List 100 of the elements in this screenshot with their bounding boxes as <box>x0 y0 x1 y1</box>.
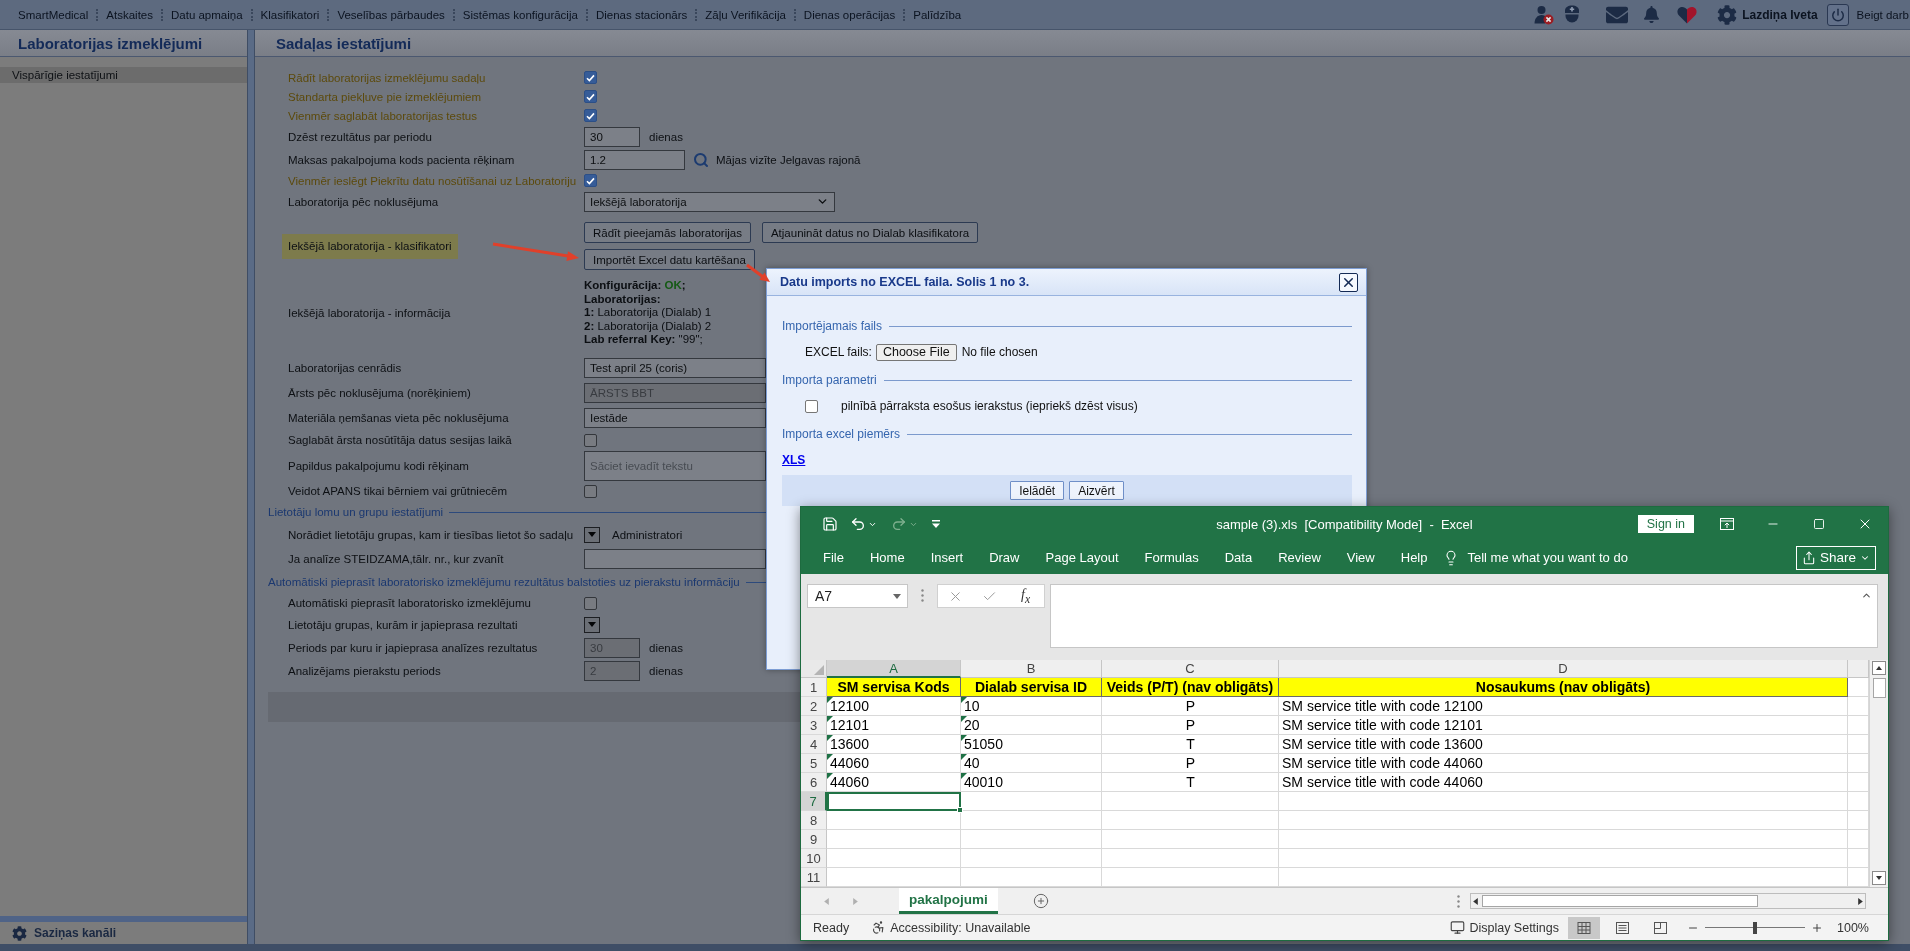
column-header[interactable]: A <box>827 660 961 678</box>
action-button[interactable]: Rādīt pieejamās laboratorijas <box>584 222 751 243</box>
column-header[interactable]: D <box>1279 660 1848 678</box>
user-remove-icon[interactable] <box>1534 4 1555 25</box>
scrollbar-thumb[interactable] <box>1482 895 1758 907</box>
scroll-right-icon[interactable] <box>1857 897 1864 905</box>
ribbon-tab[interactable]: Help <box>1387 541 1441 574</box>
gear-icon[interactable] <box>1717 4 1738 25</box>
formula-field[interactable] <box>1050 584 1878 648</box>
scroll-up-icon[interactable] <box>1872 661 1886 675</box>
row-header[interactable]: 1 <box>801 678 827 697</box>
undo-icon[interactable] <box>850 516 866 532</box>
action-button[interactable]: Importēt Excel datu kartēšana <box>584 249 755 270</box>
row-header[interactable]: 10 <box>801 849 827 868</box>
horizontal-scrollbar[interactable] <box>1470 893 1866 909</box>
page-layout-icon[interactable] <box>1615 921 1629 934</box>
display-settings-button[interactable]: Display Settings <box>1450 920 1559 935</box>
menu-item[interactable]: Dienas operācijas <box>795 8 904 21</box>
row-header[interactable]: 2 <box>801 697 827 716</box>
accessibility-status[interactable]: Accessibility: Unavailable <box>890 920 1031 935</box>
ribbon-tab[interactable]: Review <box>1265 541 1334 574</box>
search-icon[interactable] <box>693 151 709 168</box>
checkbox[interactable] <box>805 399 818 413</box>
menu-item[interactable]: SmartMedical <box>10 8 97 21</box>
ribbon-tab[interactable]: Data <box>1211 541 1266 574</box>
zoom-slider[interactable] <box>1705 921 1805 934</box>
dropdown-button[interactable] <box>584 526 600 543</box>
scrollbar-thumb[interactable] <box>1872 678 1886 698</box>
sidebar-footer-link[interactable]: Saziņas kanāli <box>34 926 117 940</box>
row-header[interactable]: 11 <box>801 868 827 887</box>
checkbox[interactable] <box>584 174 597 187</box>
plus-icon[interactable] <box>1811 921 1823 934</box>
column-header[interactable]: C <box>1102 660 1279 678</box>
checkbox[interactable] <box>584 71 597 84</box>
tell-me-field[interactable]: Tell me what you want to do <box>1467 550 1628 565</box>
menu-item[interactable]: Atskaites <box>98 8 161 21</box>
menu-item[interactable]: Zāļu Verifikācija <box>697 8 794 21</box>
row-header[interactable]: 8 <box>801 811 827 830</box>
ribbon-tab[interactable]: Insert <box>917 541 977 574</box>
save-icon[interactable] <box>822 516 838 532</box>
scroll-left-icon[interactable] <box>1472 897 1479 905</box>
scroll-down-icon[interactable] <box>1872 871 1886 885</box>
checkbox[interactable] <box>584 433 597 447</box>
sidebar-item[interactable]: Vispārīgie iestatījumi <box>0 67 247 83</box>
selected-cell[interactable] <box>827 792 961 811</box>
zoom-level[interactable]: 100% <box>1837 920 1869 935</box>
code-input[interactable]: 1.2 <box>584 149 685 170</box>
gear-icon[interactable] <box>12 925 27 941</box>
function-button[interactable]: f$_{x}$ <box>1017 586 1035 606</box>
choose-file-button[interactable]: Choose File <box>875 343 957 361</box>
dropdown-button[interactable] <box>584 616 600 633</box>
user-name[interactable]: Lazdiņa Iveta <box>1742 7 1818 22</box>
close-button[interactable] <box>1339 272 1358 292</box>
redo-icon[interactable] <box>891 516 907 532</box>
ribbon-tab[interactable]: Formulas <box>1131 541 1212 574</box>
ribbon-tab[interactable]: Page Layout <box>1032 541 1132 574</box>
share-button[interactable]: Share <box>1795 545 1876 570</box>
row-header[interactable]: 3 <box>801 716 827 735</box>
checkbox[interactable] <box>584 90 597 103</box>
menu-item[interactable]: Datu apmaiņa <box>163 8 251 21</box>
sheet-tab[interactable]: pakalpojumi <box>899 888 998 914</box>
number-input[interactable]: 30 <box>584 126 640 147</box>
slider-thumb[interactable] <box>1753 921 1757 934</box>
maximize-icon[interactable] <box>1813 518 1825 530</box>
bell-icon[interactable] <box>1643 6 1661 23</box>
accessibility-icon[interactable] <box>871 920 887 935</box>
heart-icon[interactable] <box>1677 5 1698 24</box>
ribbon-tab[interactable]: View <box>1333 541 1388 574</box>
menu-item[interactable]: Veselības pārbaudes <box>329 8 453 21</box>
menu-item[interactable]: Klasifikatori <box>252 8 328 21</box>
add-sheet-icon[interactable] <box>1032 893 1049 909</box>
sign-in-button[interactable]: Sign in <box>1637 515 1694 533</box>
column-header[interactable]: B <box>961 660 1102 678</box>
row-header[interactable]: 6 <box>801 773 827 792</box>
grid-view-icon[interactable] <box>1568 916 1600 939</box>
grip-icon[interactable] <box>921 589 924 602</box>
page-break-icon[interactable] <box>1653 921 1667 934</box>
fill-handle[interactable] <box>957 807 963 813</box>
menu-item[interactable]: Sistēmas konfigurācija <box>454 8 586 21</box>
dialog-button[interactable]: Aizvērt <box>1069 481 1124 500</box>
menu-caret-icon[interactable] <box>932 520 940 528</box>
menu-item[interactable]: Palīdzība <box>905 8 970 21</box>
ribbon-tab[interactable]: File <box>810 541 857 574</box>
sample-link[interactable]: XLS <box>782 453 806 467</box>
row-header[interactable]: 9 <box>801 830 827 849</box>
grip-icon[interactable] <box>1457 894 1460 908</box>
name-box[interactable]: A7 <box>807 584 908 608</box>
menu-item[interactable]: Dienas stacionārs <box>587 8 696 21</box>
row-header[interactable]: 4 <box>801 735 827 754</box>
ribbon-tab[interactable]: Draw <box>976 541 1033 574</box>
checkbox[interactable] <box>584 109 597 122</box>
row-header[interactable]: 7 <box>801 792 827 811</box>
select-field[interactable]: Test april 25 (coris) <box>584 357 766 378</box>
row-header[interactable]: 5 <box>801 754 827 773</box>
dialog-button[interactable]: Ielādēt <box>1010 481 1065 500</box>
vertical-scrollbar[interactable] <box>1869 660 1888 887</box>
power-button[interactable] <box>1826 3 1849 26</box>
logout-link[interactable]: Beigt darb <box>1856 8 1909 21</box>
select-field[interactable]: Iekšējā laboratorija <box>584 191 835 212</box>
ribbon-tab[interactable]: Home <box>856 541 918 574</box>
